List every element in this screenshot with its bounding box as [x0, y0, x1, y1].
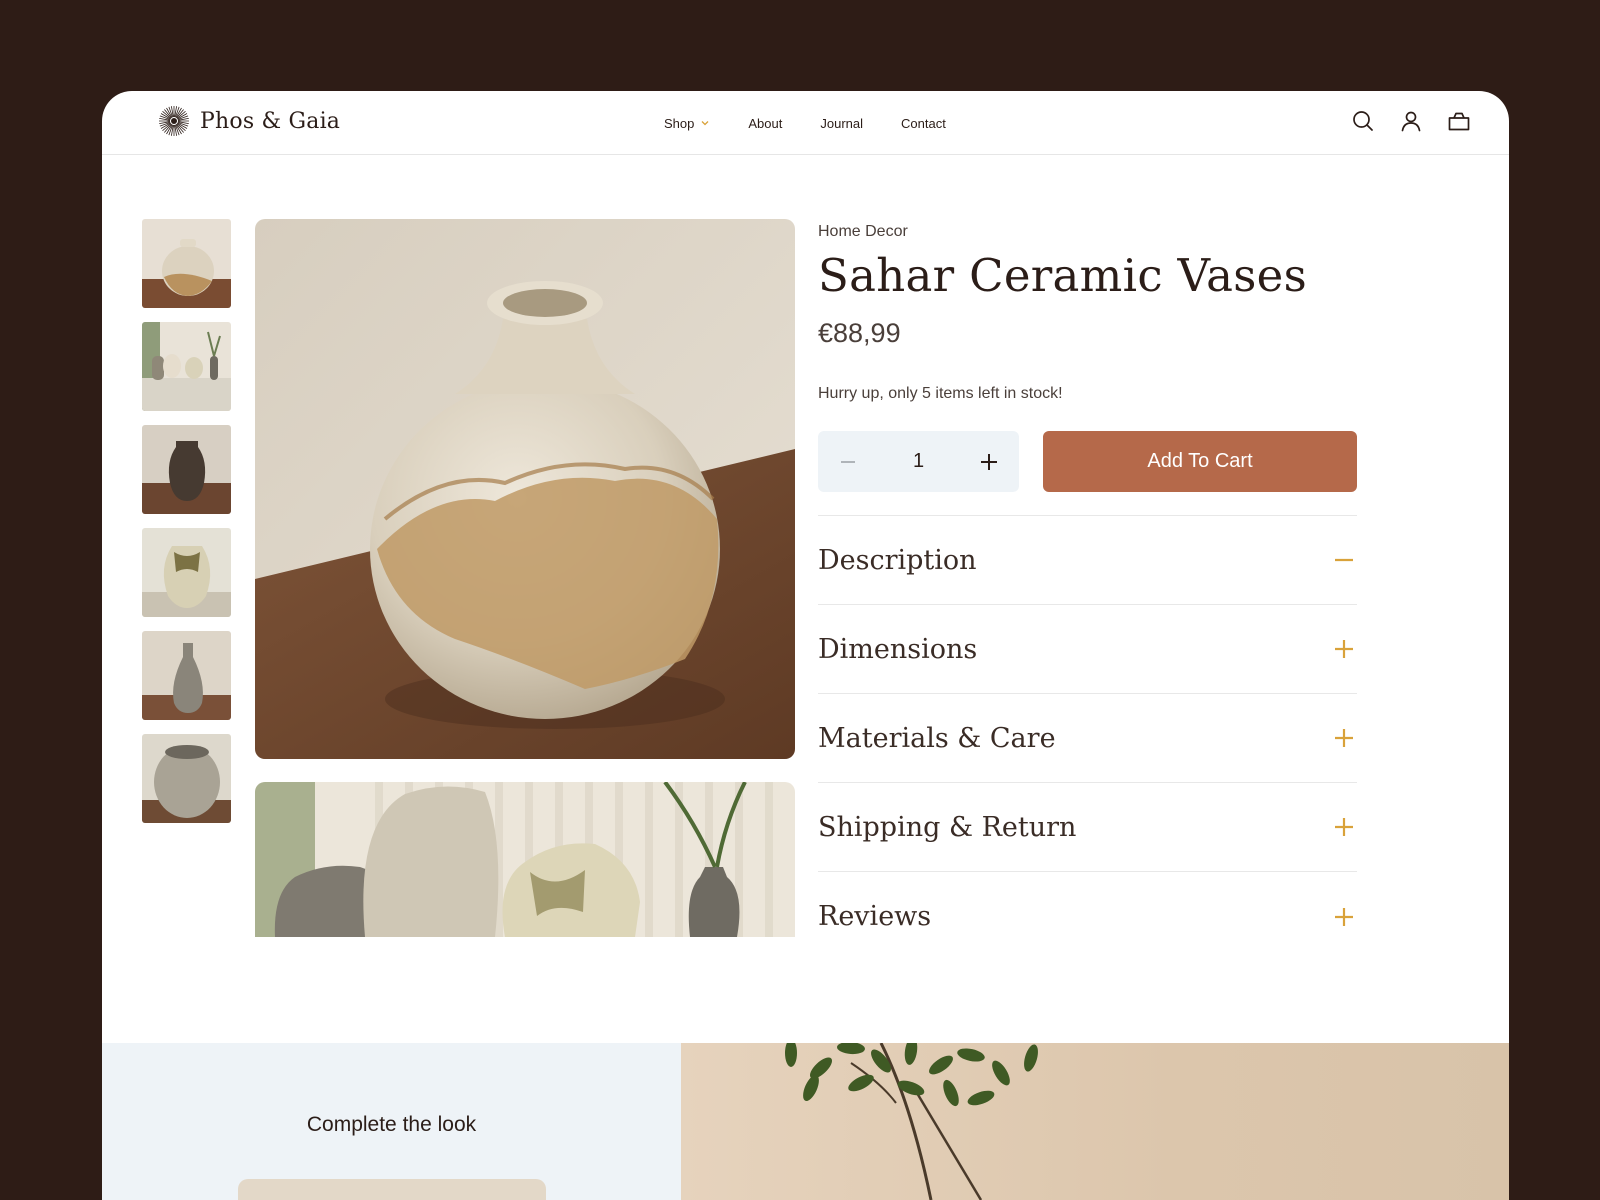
thumbnail-dark-vase[interactable] — [142, 425, 231, 514]
plus-icon — [1335, 818, 1353, 836]
lifestyle-banner-image — [681, 1043, 1509, 1200]
plant-photo — [785, 1043, 1038, 1200]
product-title: Sahar Ceramic Vases — [818, 249, 1307, 302]
decrease-quantity-button[interactable] — [836, 450, 860, 474]
thumbnail-image — [142, 219, 231, 308]
accordion-title: Shipping & Return — [818, 811, 1077, 843]
nav-label: Shop — [664, 115, 695, 131]
search-icon[interactable] — [1351, 109, 1375, 133]
accordion-title: Description — [818, 544, 977, 576]
accordion-title: Materials & Care — [818, 722, 1056, 754]
increase-quantity-button[interactable] — [977, 450, 1001, 474]
header-actions — [1351, 109, 1471, 133]
main-nav: Shop About Journal Contact — [664, 91, 946, 155]
main-product-image[interactable] — [255, 219, 795, 759]
nav-item-shop[interactable]: Shop — [664, 116, 710, 131]
stock-notice: Hurry up, only 5 items left in stock! — [818, 385, 1063, 402]
minus-icon — [841, 460, 855, 463]
plus-icon — [1335, 640, 1353, 658]
add-to-cart-button[interactable]: Add To Cart — [1043, 431, 1357, 492]
nav-label: Contact — [901, 115, 946, 131]
brand-name: Phos & Gaia — [200, 108, 341, 134]
thumbnail-image — [142, 322, 231, 411]
secondary-product-image[interactable] — [255, 782, 795, 937]
plus-icon — [1335, 907, 1353, 926]
sunburst-logo-icon — [159, 106, 189, 136]
accordion-materials-care[interactable]: Materials & Care — [818, 694, 1357, 783]
nav-label: Journal — [820, 115, 863, 131]
site-header: Phos & Gaia Shop About Journal Contact — [102, 91, 1509, 155]
nav-item-about[interactable]: About — [748, 116, 782, 131]
quantity-value[interactable]: 1 — [913, 450, 924, 473]
nav-item-journal[interactable]: Journal — [820, 116, 863, 131]
product-category: Home Decor — [818, 223, 908, 240]
nav-label: About — [748, 115, 783, 131]
account-icon[interactable] — [1399, 109, 1423, 133]
accordion-shipping-return[interactable]: Shipping & Return — [818, 783, 1357, 872]
thumbnail-textured-vase[interactable] — [142, 734, 231, 823]
accordion-title: Reviews — [818, 901, 932, 932]
accordion-title: Dimensions — [818, 633, 978, 665]
thumbnail-image — [142, 528, 231, 617]
thumbnail-image — [142, 631, 231, 720]
thumbnail-image — [142, 734, 231, 823]
page-frame: Phos & Gaia Shop About Journal Contact H… — [102, 91, 1509, 1200]
look-product-card[interactable] — [238, 1179, 546, 1200]
chevron-down-icon — [701, 121, 709, 126]
accordion-reviews[interactable]: Reviews — [818, 872, 1357, 961]
thumbnail-tall-vase[interactable] — [142, 631, 231, 720]
accordion-description[interactable]: Description — [818, 516, 1357, 605]
thumbnail-vase-group[interactable] — [142, 322, 231, 411]
ceramic-vase-photo — [255, 219, 795, 759]
thumbnail-beige-vase[interactable] — [142, 219, 231, 308]
thumbnail-image — [142, 425, 231, 514]
quantity-stepper: 1 — [818, 431, 1019, 492]
complete-the-look-title: Complete the look — [306, 1113, 477, 1136]
product-price: €88,99 — [818, 318, 901, 348]
nav-item-contact[interactable]: Contact — [901, 116, 946, 131]
vase-group-photo — [255, 782, 795, 937]
plus-icon — [981, 453, 997, 470]
purchase-row: 1 Add To Cart — [818, 431, 1357, 492]
complete-the-look-panel: Complete the look — [102, 1043, 681, 1200]
thumbnail-list — [142, 219, 231, 837]
thumbnail-glazed-vase[interactable] — [142, 528, 231, 617]
accordion-dimensions[interactable]: Dimensions — [818, 605, 1357, 694]
minus-icon — [1335, 558, 1353, 562]
plus-icon — [1335, 729, 1353, 747]
product-accordion: Description Dimensions Materials & Care … — [818, 515, 1357, 961]
product-info: Home Decor Sahar Ceramic Vases €88,99 Hu… — [818, 219, 1357, 961]
cart-icon[interactable] — [1447, 109, 1471, 133]
brand[interactable]: Phos & Gaia — [158, 105, 340, 137]
